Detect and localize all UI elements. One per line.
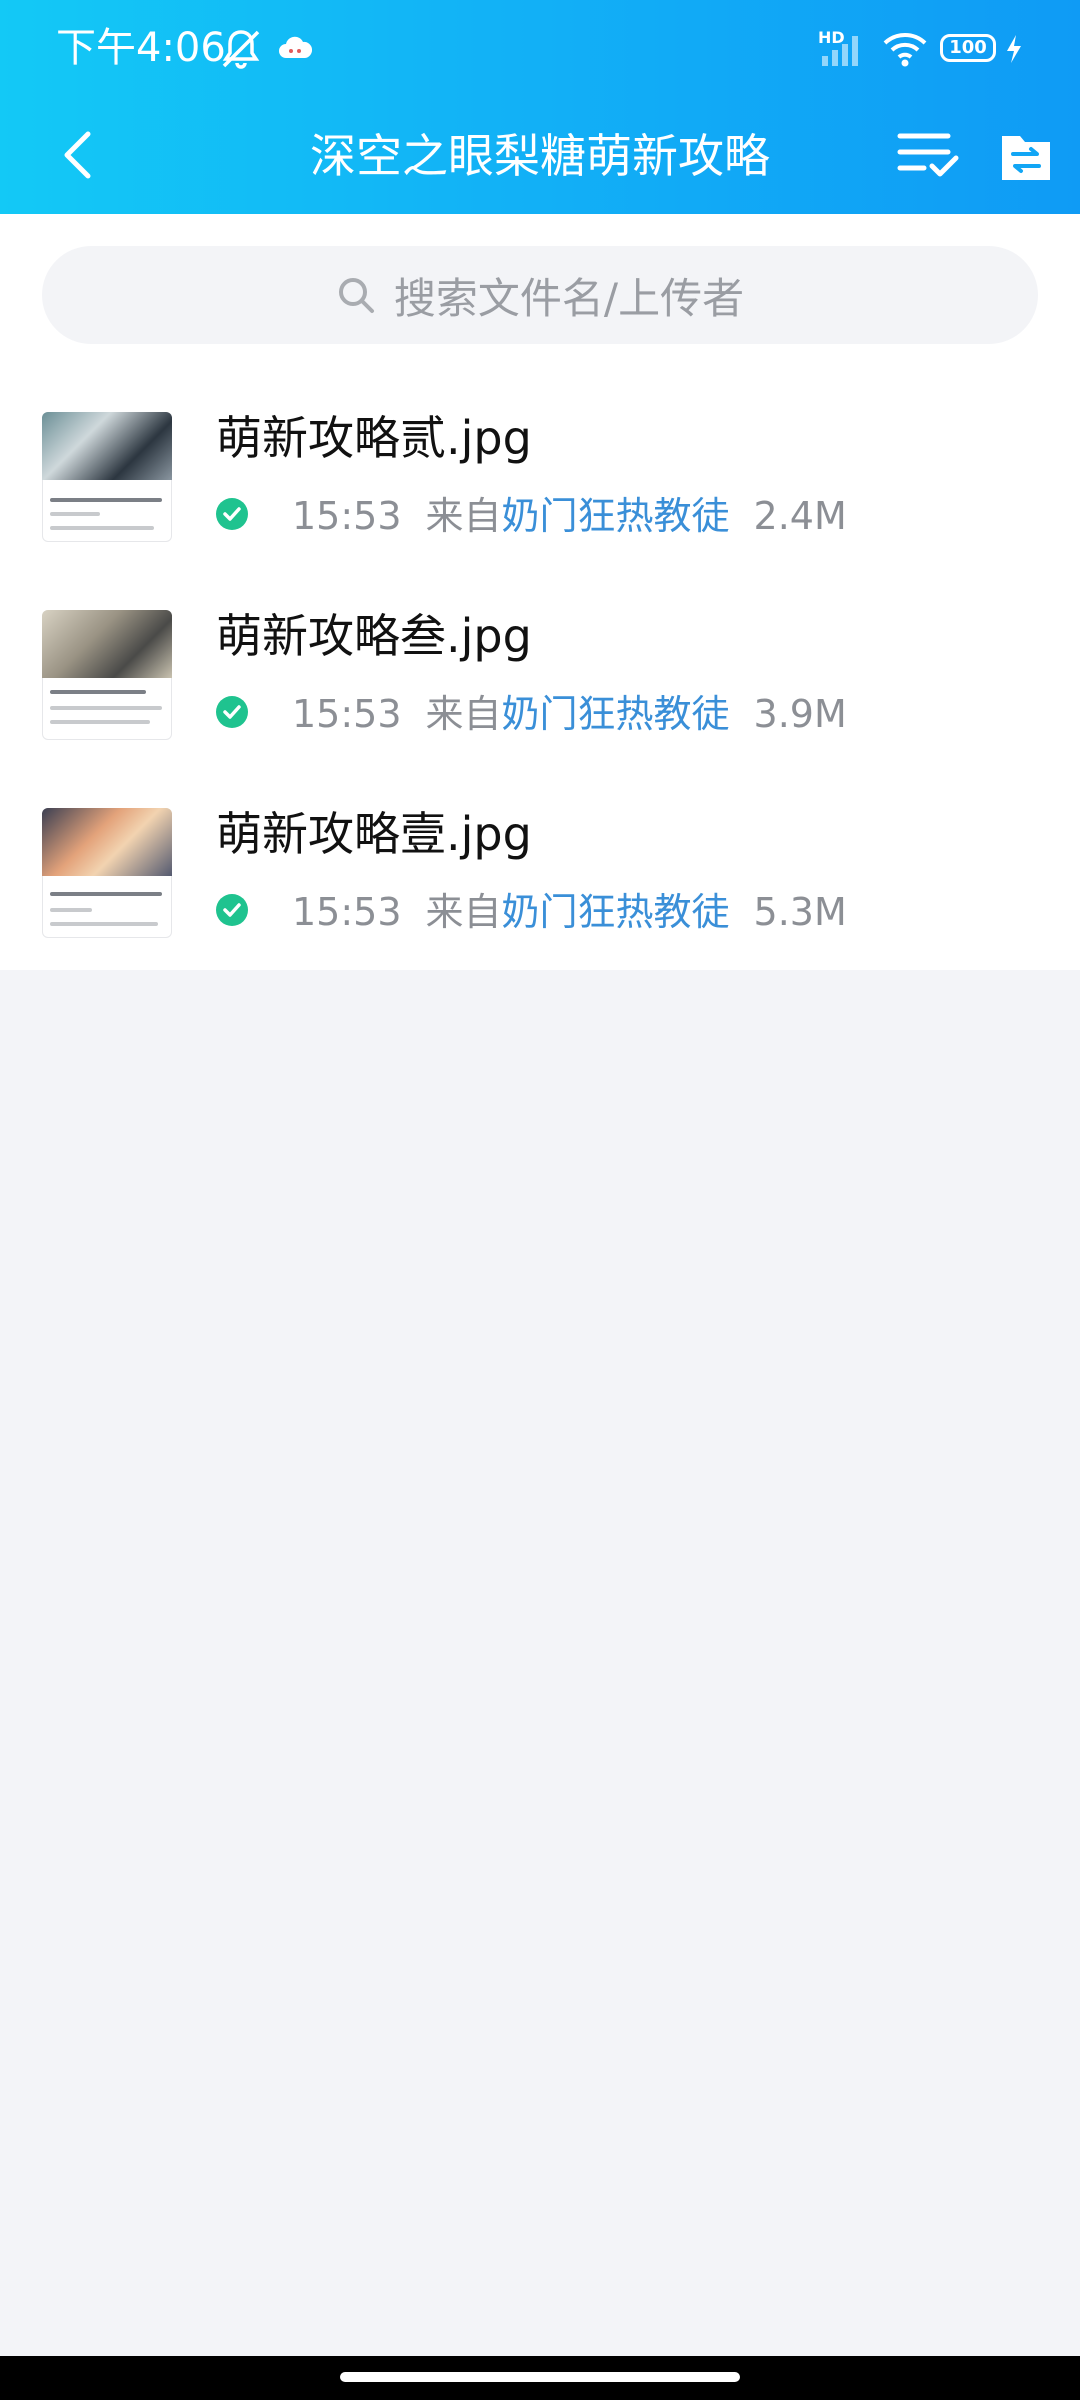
file-row[interactable]: 萌新攻略叁.jpg 15:53 来自奶门狂热教徒 3.9M	[0, 609, 1080, 808]
file-meta: 15:53 来自奶门狂热教徒 2.4M	[292, 492, 847, 540]
uploader-link[interactable]: 奶门狂热教徒	[502, 692, 730, 736]
uploader-link[interactable]: 奶门狂热教徒	[502, 890, 730, 934]
file-thumbnail	[42, 610, 172, 740]
file-row[interactable]: 萌新攻略贰.jpg 15:53 来自奶门狂热教徒 2.4M	[0, 411, 1080, 610]
from-label: 来自	[425, 494, 502, 538]
file-size: 5.3M	[753, 890, 847, 934]
multi-select-button[interactable]	[896, 120, 960, 190]
file-thumbnail	[42, 808, 172, 938]
from-label: 来自	[425, 890, 502, 934]
home-indicator[interactable]	[340, 2372, 740, 2382]
check-circle-icon	[216, 696, 248, 728]
from-label: 来自	[425, 692, 502, 736]
uploader-link[interactable]: 奶门狂热教徒	[502, 494, 730, 538]
file-list-panel: 搜索文件名/上传者 萌新攻略贰.jpg 15:53 来自奶门狂热教徒 2.4M 萌新…	[0, 214, 1080, 970]
multi-select-icon	[897, 133, 959, 177]
file-size: 2.4M	[753, 494, 847, 538]
mute-bell-icon	[222, 30, 260, 69]
app-header: 下午4:06 HD 100 深空之眼梨糖萌新攻略	[0, 0, 1080, 214]
status-time: 下午4:06	[56, 25, 226, 71]
file-name: 萌新攻略贰.jpg	[216, 411, 532, 465]
file-time: 15:53	[292, 890, 402, 934]
file-time: 15:53	[292, 692, 402, 736]
check-circle-icon	[216, 894, 248, 926]
file-time: 15:53	[292, 494, 402, 538]
file-row[interactable]: 萌新攻略壹.jpg 15:53 来自奶门狂热教徒 5.3M	[0, 807, 1080, 1006]
wifi-icon	[883, 33, 927, 67]
folder-transfer-icon	[1002, 136, 1050, 180]
file-meta: 15:53 来自奶门狂热教徒 3.9M	[292, 690, 847, 738]
system-nav-bar	[0, 2356, 1080, 2400]
check-circle-icon	[216, 498, 248, 530]
file-thumbnail	[42, 412, 172, 542]
file-size: 3.9M	[753, 692, 847, 736]
file-name: 萌新攻略壹.jpg	[216, 807, 532, 861]
battery-icon: 100	[940, 34, 996, 62]
search-icon	[338, 278, 374, 313]
nav-bar: 深空之眼梨糖萌新攻略	[0, 100, 1080, 214]
file-name: 萌新攻略叁.jpg	[216, 609, 532, 663]
signal-icon	[822, 36, 858, 66]
status-bar: 下午4:06 HD 100	[0, 0, 1080, 100]
file-meta: 15:53 来自奶门狂热教徒 5.3M	[292, 888, 847, 936]
charging-icon	[1007, 35, 1021, 63]
cloud-app-icon	[279, 36, 312, 58]
search-input[interactable]: 搜索文件名/上传者	[42, 246, 1038, 344]
folder-transfer-button[interactable]	[998, 122, 1054, 188]
battery-level: 100	[949, 37, 987, 58]
search-placeholder: 搜索文件名/上传者	[393, 273, 745, 323]
